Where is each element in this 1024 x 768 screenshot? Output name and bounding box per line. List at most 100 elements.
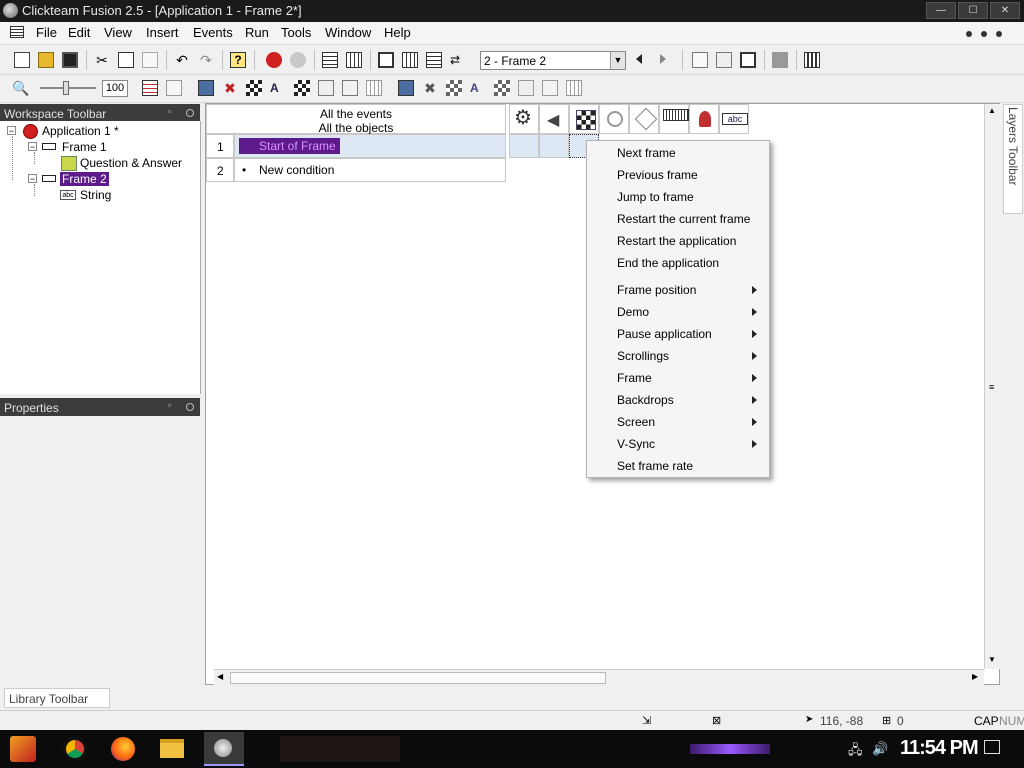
document-menu-icon[interactable] [10, 26, 24, 38]
vertical-scrollbar[interactable]: ▲ ≡ ▼ [984, 104, 1000, 669]
notification-icon[interactable] [984, 740, 1000, 754]
undo-icon[interactable]: ↶ [174, 52, 190, 68]
menu-window[interactable]: Window [325, 25, 371, 40]
menu-item-end-application[interactable]: End the application [587, 253, 769, 273]
menu-item-frame[interactable]: Frame [587, 368, 769, 388]
chevron-down-icon[interactable]: ▼ [610, 52, 625, 69]
cut-icon[interactable]: ✂ [94, 52, 110, 68]
create-object-icon[interactable]: ✖ [222, 80, 238, 96]
event-list-editor-icon[interactable] [402, 52, 418, 68]
keyboard-column[interactable] [659, 104, 689, 134]
mdi-restore-dot[interactable] [981, 31, 987, 37]
menu-item-scrollings[interactable]: Scrollings [587, 346, 769, 366]
network-icon[interactable]: 🖧 [848, 741, 863, 763]
redo-icon[interactable]: ↷ [198, 52, 214, 68]
menu-item-demo[interactable]: Demo [587, 302, 769, 322]
player-column[interactable] [689, 104, 719, 134]
menu-edit[interactable]: Edit [68, 25, 90, 40]
create-column[interactable] [629, 104, 659, 134]
menu-item-frame-position[interactable]: Frame position [587, 280, 769, 300]
joystick-icon[interactable] [342, 80, 358, 96]
zoom-slider-handle[interactable] [63, 81, 69, 95]
tree-item-frame-2[interactable]: Frame 2 [60, 172, 109, 186]
zoom-value-input[interactable]: 100 [102, 80, 128, 97]
preview-icon[interactable] [740, 52, 756, 68]
build-icon[interactable] [804, 52, 820, 68]
menu-file[interactable]: File [36, 25, 57, 40]
minimize-button[interactable]: — [926, 2, 956, 19]
paste-icon[interactable] [142, 52, 158, 68]
menu-tools[interactable]: Tools [281, 25, 311, 40]
action-cell[interactable] [539, 134, 569, 158]
new-condition[interactable]: New condition [259, 163, 334, 177]
menu-item-pause-application[interactable]: Pause application [587, 324, 769, 344]
menu-item-restart-current-frame[interactable]: Restart the current frame [587, 209, 769, 229]
object-link-icon[interactable]: ⇄ [450, 52, 466, 68]
collapse-icon[interactable]: − [7, 126, 16, 136]
copy-icon[interactable] [118, 52, 134, 68]
sound-column[interactable]: ◀ [539, 104, 569, 134]
firefox-icon[interactable] [111, 737, 135, 761]
menu-insert[interactable]: Insert [146, 25, 179, 40]
previous-frame-icon[interactable] [636, 54, 642, 64]
checker-icon[interactable] [294, 80, 310, 96]
chrome-icon[interactable] [63, 737, 87, 761]
horizontal-scrollbar[interactable]: ◀ ▶ [214, 669, 984, 685]
scroll-up-icon[interactable]: ▲ [988, 106, 996, 115]
action-cell[interactable] [509, 134, 539, 158]
special-object-column[interactable]: ⚙ [509, 104, 539, 134]
maximize-button[interactable]: ☐ [958, 2, 988, 19]
zoom-icon[interactable]: 🔍 [12, 80, 29, 96]
string-column[interactable]: abc [719, 104, 749, 134]
menu-item-v-sync[interactable]: V-Sync [587, 434, 769, 454]
panel-close-icon[interactable] [186, 403, 194, 411]
menu-item-jump-to-frame[interactable]: Jump to frame [587, 187, 769, 207]
pin-icon[interactable]: ▫ [168, 106, 171, 116]
run-frame-icon[interactable] [716, 52, 732, 68]
event-group-icon[interactable] [166, 80, 182, 96]
next-frame-icon[interactable] [660, 54, 666, 64]
tree-item-application[interactable]: Application 1 * [42, 124, 119, 138]
new-file-icon[interactable] [14, 52, 30, 68]
data-elements-icon[interactable] [426, 52, 442, 68]
scroll-right-icon[interactable]: ▶ [972, 672, 978, 681]
storyboard-2-icon[interactable] [446, 80, 462, 96]
open-folder-icon[interactable] [38, 52, 54, 68]
frame-selector[interactable]: 2 - Frame 2 ▼ [480, 51, 626, 70]
save-icon[interactable] [62, 52, 78, 68]
text-2-icon[interactable]: A [470, 80, 486, 96]
system-clock[interactable]: 11:54 PM [900, 737, 979, 760]
tree-item-question-answer[interactable]: Question & Answer [80, 156, 182, 170]
run-application-icon[interactable] [692, 52, 708, 68]
menu-events[interactable]: Events [193, 25, 233, 40]
storyboard-controls-icon[interactable] [246, 80, 262, 96]
collapse-icon[interactable]: − [28, 174, 37, 184]
event-row[interactable]: • New condition [234, 158, 506, 182]
app-icon[interactable] [3, 3, 18, 18]
close-button[interactable]: ✕ [990, 2, 1020, 19]
monitor-2-icon[interactable] [518, 80, 534, 96]
storyboard-column[interactable] [569, 104, 599, 134]
pin-icon[interactable]: ▫ [168, 400, 171, 410]
system-object-2-icon[interactable] [398, 80, 414, 96]
frame-editor-icon[interactable] [346, 52, 362, 68]
stop-icon[interactable] [772, 52, 788, 68]
checker-2-icon[interactable] [494, 80, 510, 96]
tree-item-frame-1[interactable]: Frame 1 [62, 140, 107, 154]
storyboard-editor-icon[interactable] [322, 52, 338, 68]
menu-help[interactable]: Help [384, 25, 411, 40]
scroll-left-icon[interactable]: ◀ [217, 672, 223, 681]
file-explorer-icon[interactable] [160, 739, 184, 758]
menu-item-previous-frame[interactable]: Previous frame [587, 165, 769, 185]
event-editor-icon[interactable] [378, 52, 394, 68]
text-icon[interactable]: A [270, 80, 286, 96]
event-row[interactable]: • Start of Frame [234, 134, 506, 158]
grid-icon[interactable] [366, 80, 382, 96]
grid-2-icon[interactable] [566, 80, 582, 96]
system-object-icon[interactable] [198, 80, 214, 96]
horizontal-scroll-thumb[interactable] [230, 672, 606, 684]
scroll-down-icon[interactable]: ▼ [988, 655, 996, 664]
help-icon[interactable]: ? [230, 52, 246, 68]
tree-item-string[interactable]: String [80, 188, 111, 202]
start-button-icon[interactable] [10, 736, 36, 762]
